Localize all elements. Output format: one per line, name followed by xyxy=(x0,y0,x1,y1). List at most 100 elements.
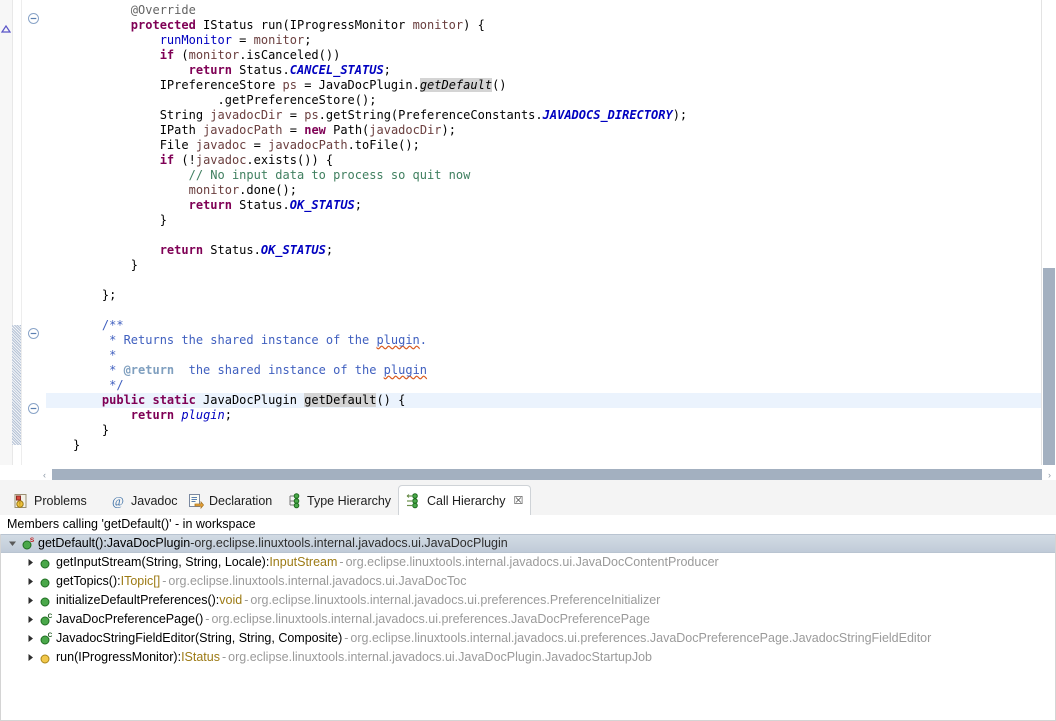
tree-declaring-type: org.eclipse.linuxtools.internal.javadocs… xyxy=(228,648,652,667)
tree-declaring-type: org.eclipse.linuxtools.internal.javadocs… xyxy=(211,610,649,629)
tree-row[interactable]: getTopics() : ITopic[] - org.eclipse.lin… xyxy=(1,572,1055,591)
fold-collapse-icon[interactable] xyxy=(27,402,40,415)
close-icon[interactable]: ☒ xyxy=(514,494,524,507)
chevron-right-icon[interactable] xyxy=(22,612,38,628)
code-token: ps xyxy=(304,108,318,122)
tree-row[interactable]: run(IProgressMonitor) : IStatus - org.ec… xyxy=(1,648,1055,667)
tree-return-type: IStatus xyxy=(181,648,220,667)
code-token: */ xyxy=(73,378,124,392)
code-token: }; xyxy=(73,288,116,302)
code-token: OK_STATUS xyxy=(290,198,355,212)
javadoc-at-icon: @ xyxy=(110,493,126,509)
method-public-icon xyxy=(38,574,54,590)
code-token: plugin xyxy=(384,363,427,377)
method-public-constructor-icon: C xyxy=(38,612,54,628)
fold-collapse-icon[interactable] xyxy=(27,12,40,25)
code-line: monitor.done(); xyxy=(46,183,1042,198)
code-token: protected xyxy=(131,18,203,32)
scrollbar-thumb[interactable] xyxy=(1043,268,1055,465)
code-token: . xyxy=(420,333,427,347)
tab-javadoc[interactable]: @ Javadoc xyxy=(103,486,185,515)
code-token: () { xyxy=(376,393,405,407)
code-token: * xyxy=(73,348,116,362)
code-token: javadoc xyxy=(196,138,247,152)
code-token: Status. xyxy=(232,198,290,212)
code-token: public static xyxy=(73,393,203,407)
chevron-right-icon[interactable] xyxy=(22,555,38,571)
code-token: Path( xyxy=(326,123,369,137)
code-token: .toFile(); xyxy=(348,138,420,152)
code-token: IStatus run(IProgressMonitor xyxy=(203,18,413,32)
code-token: () xyxy=(492,78,506,92)
chevron-right-icon[interactable] xyxy=(22,574,38,590)
code-line: * @return the shared instance of the plu… xyxy=(46,363,1042,378)
code-token: if xyxy=(160,153,174,167)
tree-declaring-type: org.eclipse.linuxtools.internal.javadocs… xyxy=(350,629,931,648)
code-line: return plugin; xyxy=(46,408,1042,423)
code-token: ); xyxy=(442,123,456,137)
tree-dash: - xyxy=(222,648,226,667)
code-token: javadocDir xyxy=(210,108,282,122)
tree-row[interactable]: getInputStream(String, String, Locale) :… xyxy=(1,553,1055,572)
tab-label: Javadoc xyxy=(131,494,178,508)
code-text-area[interactable]: @Override protected IStatus run(IProgres… xyxy=(46,0,1042,465)
code-line: if (!javadoc.exists()) { xyxy=(46,153,1042,168)
code-token: return xyxy=(131,408,174,422)
chevron-right-icon[interactable] xyxy=(22,593,38,609)
tab-call-hierarchy[interactable]: Call Hierarchy☒ xyxy=(398,485,531,516)
declaration-icon xyxy=(188,493,204,509)
call-hierarchy-icon xyxy=(406,493,422,509)
code-token: .getPreferenceStore(); xyxy=(218,93,377,107)
code-line: File javadoc = javadocPath.toFile(); xyxy=(46,138,1042,153)
tree-row[interactable]: initializeDefaultPreferences() : void - … xyxy=(1,591,1055,610)
tab-label: Type Hierarchy xyxy=(307,494,391,508)
editor-vertical-scrollbar[interactable] xyxy=(1041,0,1056,465)
change-ruler-bar xyxy=(12,325,21,445)
method-public-icon xyxy=(38,593,54,609)
tree-row[interactable]: CJavaDocPreferencePage() - org.eclipse.l… xyxy=(1,610,1055,629)
tree-return-type: void xyxy=(219,591,242,610)
code-token: @Override xyxy=(131,3,196,17)
code-token: javadocPath xyxy=(203,123,282,137)
code-token: = xyxy=(283,123,305,137)
code-token: ps xyxy=(283,78,297,92)
problems-icon: ! xyxy=(13,493,29,509)
code-line: /** xyxy=(46,318,1042,333)
overview-annotation-marker[interactable] xyxy=(1,24,11,34)
code-line: if (monitor.isCanceled()) xyxy=(46,48,1042,63)
code-token: JAVADOCS_DIRECTORY xyxy=(543,108,673,122)
folding-ruler[interactable] xyxy=(21,0,47,465)
code-token: // No input data to process so quit now xyxy=(189,168,471,182)
tree-row[interactable]: SgetDefault() : JavaDocPlugin - org.ecli… xyxy=(1,534,1055,553)
tree-member-name: getInputStream(String, String, Locale) xyxy=(56,553,266,572)
code-token: monitor xyxy=(254,33,305,47)
chevron-down-icon[interactable] xyxy=(4,536,20,552)
code-token: monitor xyxy=(189,48,240,62)
code-token: = JavaDocPlugin. xyxy=(297,78,420,92)
code-line: * Returns the shared instance of the plu… xyxy=(46,333,1042,348)
tab-problems[interactable]: !Problems xyxy=(6,486,94,515)
chevron-right-icon[interactable] xyxy=(22,631,38,647)
code-token: if xyxy=(160,48,174,62)
code-token: String xyxy=(160,108,211,122)
fold-collapse-icon[interactable] xyxy=(27,327,40,340)
code-token: ) { xyxy=(463,18,485,32)
code-line: .getPreferenceStore(); xyxy=(46,93,1042,108)
tree-declaring-type: org.eclipse.linuxtools.internal.javadocs… xyxy=(168,572,466,591)
method-public-static-icon: S xyxy=(20,536,36,552)
tab-type-hierarchy[interactable]: Type Hierarchy xyxy=(279,486,398,515)
code-token: plugin xyxy=(181,408,224,422)
code-line: } xyxy=(46,423,1042,438)
tab-declaration[interactable]: Declaration xyxy=(181,486,279,515)
code-token: javadocDir xyxy=(369,123,441,137)
tree-row[interactable]: CJavadocStringFieldEditor(String, String… xyxy=(1,629,1055,648)
chevron-right-icon[interactable] xyxy=(22,650,38,666)
svg-text:@: @ xyxy=(112,493,124,508)
code-token: JavaDocPlugin xyxy=(203,393,304,407)
tree-return-type: InputStream xyxy=(269,553,337,572)
call-hierarchy-tree[interactable]: SgetDefault() : JavaDocPlugin - org.ecli… xyxy=(0,534,1056,721)
view-tab-bar: !Problems @ JavadocDeclaration Type Hierarc… xyxy=(0,483,1056,516)
code-token: File xyxy=(160,138,196,152)
code-token: javadoc xyxy=(196,153,247,167)
code-line xyxy=(46,273,1042,288)
